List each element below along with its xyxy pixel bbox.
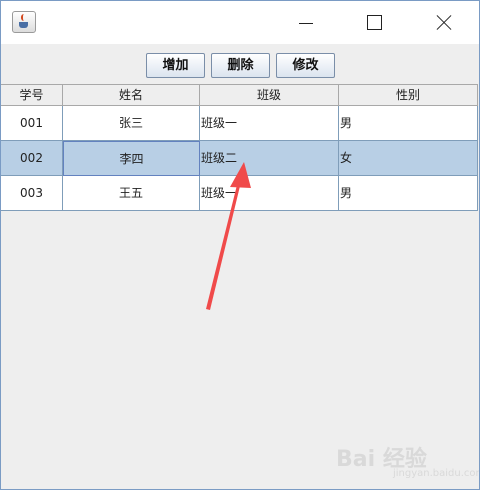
maximize-button[interactable] bbox=[351, 1, 397, 44]
minimize-icon bbox=[299, 23, 313, 24]
table-row-selected[interactable]: 002 李四 班级二 女 bbox=[1, 141, 478, 176]
cell-gender[interactable]: 女 bbox=[339, 141, 478, 176]
column-header-name[interactable]: 姓名 bbox=[63, 85, 200, 106]
table-row[interactable]: 003 王五 班级一 男 bbox=[1, 176, 478, 211]
cell-student-id[interactable]: 001 bbox=[1, 106, 63, 141]
cell-gender[interactable]: 男 bbox=[339, 176, 478, 211]
watermark-url: jingyan.baidu.com bbox=[393, 468, 480, 479]
edit-button[interactable]: 修改 bbox=[276, 53, 335, 78]
cell-student-id[interactable]: 003 bbox=[1, 176, 63, 211]
cell-class[interactable]: 班级一 bbox=[200, 106, 339, 141]
add-button[interactable]: 增加 bbox=[146, 53, 205, 78]
maximize-icon bbox=[367, 15, 382, 30]
steam-shape bbox=[21, 14, 27, 21]
minimize-button[interactable] bbox=[283, 1, 329, 44]
cell-class[interactable]: 班级一 bbox=[200, 176, 339, 211]
cell-name-focused[interactable]: 李四 bbox=[63, 141, 200, 176]
cell-gender[interactable]: 男 bbox=[339, 106, 478, 141]
cell-name[interactable]: 张三 bbox=[63, 106, 200, 141]
cell-student-id[interactable]: 002 bbox=[1, 141, 63, 176]
column-header-gender[interactable]: 性别 bbox=[339, 85, 478, 106]
toolbar: 增加 删除 修改 bbox=[1, 44, 479, 84]
java-coffee-icon[interactable] bbox=[12, 11, 36, 33]
cup-shape bbox=[19, 22, 28, 28]
close-button[interactable] bbox=[420, 1, 466, 44]
table-row[interactable]: 001 张三 班级一 男 bbox=[1, 106, 478, 141]
title-bar[interactable] bbox=[1, 1, 479, 44]
app-window: 增加 删除 修改 学号 姓名 班级 性别 001 张三 班级一 男 002 李四… bbox=[0, 0, 480, 490]
cell-class[interactable]: 班级二 bbox=[200, 141, 339, 176]
column-header-student-id[interactable]: 学号 bbox=[1, 85, 63, 106]
cell-name[interactable]: 王五 bbox=[63, 176, 200, 211]
delete-button[interactable]: 删除 bbox=[211, 53, 270, 78]
table-header: 学号 姓名 班级 性别 bbox=[1, 84, 478, 106]
column-header-class[interactable]: 班级 bbox=[200, 85, 339, 106]
